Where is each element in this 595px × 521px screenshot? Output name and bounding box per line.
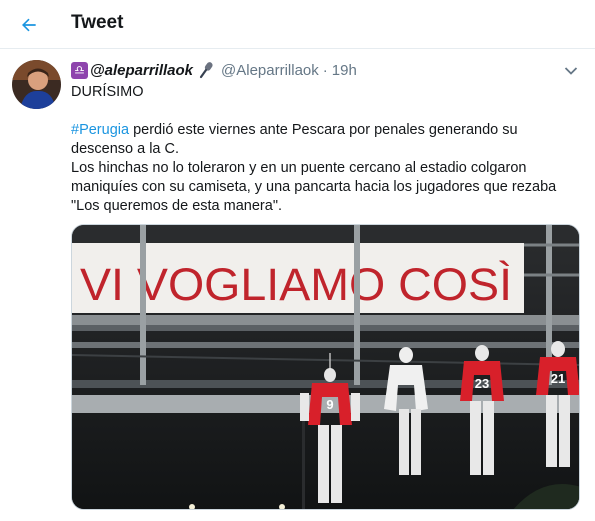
- jersey-number-1: 9: [326, 397, 333, 412]
- jersey-number-4: 21: [551, 371, 565, 386]
- chevron-down-icon: [564, 67, 578, 75]
- author-row: ♎ @aleparrillaok @Aleparrillaok · 19h: [71, 60, 357, 80]
- jersey-number-3: 23: [475, 376, 489, 391]
- tweet[interactable]: ♎ @aleparrillaok @Aleparrillaok · 19h DU…: [0, 50, 595, 521]
- microphone-icon: [197, 61, 217, 79]
- zodiac-badge-icon: ♎: [71, 61, 88, 79]
- handle[interactable]: @Aleparrillaok: [221, 62, 319, 79]
- timestamp[interactable]: 19h: [332, 62, 357, 79]
- separator: ·: [322, 61, 328, 79]
- tweet-text-p2: Los hinchas no lo toleraron y en un puen…: [71, 160, 557, 214]
- back-button[interactable]: [14, 10, 44, 40]
- back-arrow-icon: [22, 18, 36, 32]
- tweet-body: #Perugia perdió este viernes ante Pescar…: [71, 121, 571, 216]
- tweet-photo[interactable]: VI VOGLIAMO COSÌ 9 23 21: [71, 224, 580, 510]
- more-options-button[interactable]: [560, 61, 582, 81]
- display-name[interactable]: @aleparrillaok: [90, 62, 193, 79]
- header: Tweet: [0, 0, 595, 49]
- avatar[interactable]: [12, 60, 61, 109]
- tweet-text-line1: DURÍSIMO: [71, 84, 144, 100]
- hashtag-link[interactable]: #Perugia: [71, 122, 129, 138]
- page-title: Tweet: [71, 12, 124, 33]
- tweet-text-p1: perdió este viernes ante Pescara por pen…: [71, 122, 518, 157]
